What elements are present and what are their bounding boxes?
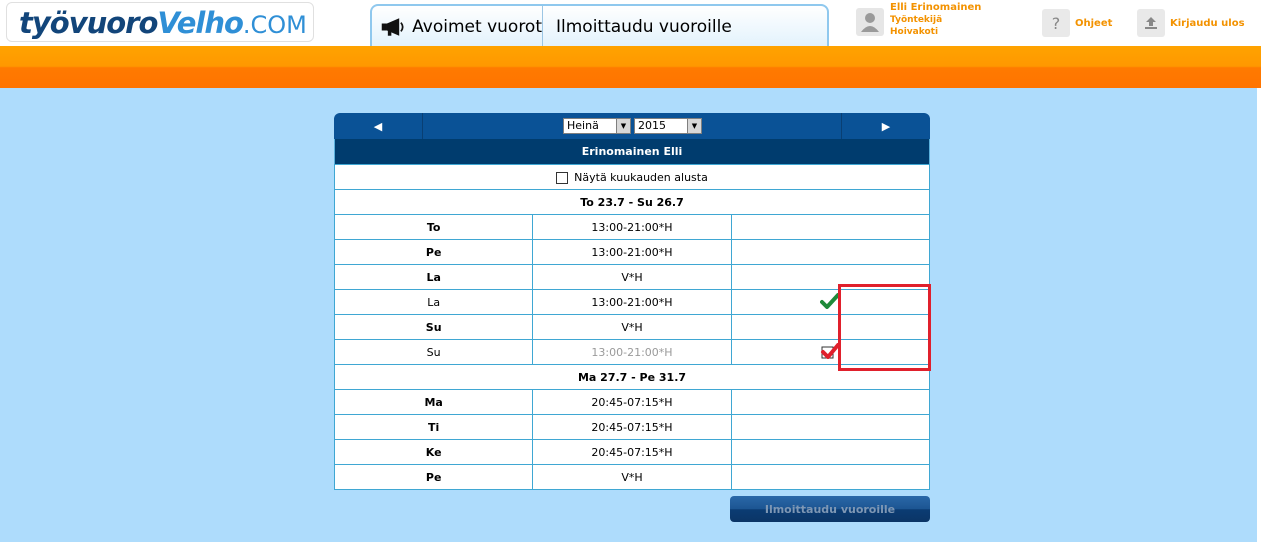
tab-label: Ilmoittaudu vuoroille bbox=[556, 16, 732, 37]
megaphone-icon bbox=[381, 17, 404, 36]
month-bar: ◀ Heinä ▼ 2015 ▼ ▶ bbox=[334, 113, 930, 139]
question-icon: ? bbox=[1042, 9, 1070, 37]
shift-cell: 13:00-21:00*H bbox=[532, 339, 732, 365]
shift-cell: 13:00-21:00*H bbox=[532, 239, 732, 265]
employee-name: Erinomainen Elli bbox=[334, 139, 930, 164]
show-from-start-checkbox[interactable] bbox=[556, 171, 569, 184]
shift-cell: V*H bbox=[532, 464, 732, 490]
prev-month-button[interactable]: ◀ bbox=[334, 113, 423, 139]
day-cell: Ke bbox=[333, 439, 534, 465]
day-cell: Su bbox=[333, 339, 534, 365]
chevron-down-icon: ▼ bbox=[687, 119, 701, 133]
orange-band bbox=[0, 46, 1261, 88]
next-month-button[interactable]: ▶ bbox=[841, 113, 930, 139]
shift-cell: 13:00-21:00*H bbox=[532, 289, 732, 315]
user-name: Elli Erinomainen bbox=[890, 2, 982, 13]
user-unit: Hoivakoti bbox=[890, 27, 939, 37]
mark-cell[interactable] bbox=[730, 214, 931, 240]
year-select[interactable]: 2015 ▼ bbox=[634, 118, 702, 134]
mark-cell[interactable] bbox=[730, 389, 931, 415]
month-value: Heinä bbox=[567, 119, 599, 132]
logo[interactable]: työvuoroVelho.COM bbox=[6, 2, 314, 42]
user-role: Työntekijä bbox=[890, 15, 943, 25]
show-from-start-row: Näytä kuukauden alusta bbox=[334, 164, 930, 190]
help-label: Ohjeet bbox=[1075, 17, 1113, 29]
logo-part-1: työvuoro bbox=[19, 6, 158, 40]
table-row[interactable]: Ke 20:45-07:15*H bbox=[333, 439, 931, 465]
main-nav: Avoimet vuorot Ilmoittaudu vuoroille bbox=[370, 4, 829, 47]
week-header-row: To 23.7 - Su 26.7 bbox=[334, 189, 930, 215]
shift-cell: 20:45-07:15*H bbox=[532, 414, 732, 440]
shift-cell: 20:45-07:15*H bbox=[532, 439, 732, 465]
table-row[interactable]: Pe 13:00-21:00*H bbox=[333, 239, 931, 265]
submit-button[interactable]: Ilmoittaudu vuoroille bbox=[730, 496, 930, 522]
logout-button[interactable]: Kirjaudu ulos bbox=[1137, 9, 1245, 37]
table-row[interactable]: Ma 20:45-07:15*H bbox=[333, 389, 931, 415]
shift-cell: V*H bbox=[532, 314, 732, 340]
day-cell: Ti bbox=[333, 414, 534, 440]
arrow-right-icon: ▶ bbox=[881, 119, 891, 133]
help-button[interactable]: ? Ohjeet bbox=[1042, 9, 1112, 37]
day-cell: Ma bbox=[333, 389, 534, 415]
mark-cell[interactable] bbox=[730, 239, 931, 265]
tab-ilmoittaudu-vuoroille[interactable]: Ilmoittaudu vuoroille bbox=[544, 6, 829, 47]
mark-cell[interactable] bbox=[730, 464, 931, 490]
day-cell: To bbox=[333, 214, 534, 240]
user-icon bbox=[861, 13, 879, 32]
day-cell: La bbox=[333, 289, 534, 315]
highlight-box bbox=[838, 284, 931, 371]
shift-cell: V*H bbox=[532, 264, 732, 290]
day-cell: Pe bbox=[333, 464, 534, 490]
day-cell: Su bbox=[333, 314, 534, 340]
upload-icon bbox=[1137, 9, 1165, 37]
month-select[interactable]: Heinä ▼ bbox=[563, 118, 631, 134]
tab-label: Avoimet vuorot bbox=[412, 16, 542, 37]
header: työvuoroVelho.COM Avoimet vuorot Ilmoitt… bbox=[0, 0, 1261, 47]
year-value: 2015 bbox=[638, 119, 666, 132]
arrow-left-icon: ◀ bbox=[373, 119, 383, 133]
chevron-down-icon: ▼ bbox=[616, 119, 630, 133]
logo-part-2: Velho bbox=[157, 6, 244, 40]
day-cell: La bbox=[333, 264, 534, 290]
user-info: Elli Erinomainen Työntekijä Hoivakoti bbox=[856, 2, 1026, 42]
table-row[interactable]: Pe V*H bbox=[333, 464, 931, 490]
day-cell: Pe bbox=[333, 239, 534, 265]
mark-cell[interactable] bbox=[730, 414, 931, 440]
show-from-start-label: Näytä kuukauden alusta bbox=[574, 170, 708, 184]
shift-cell: 20:45-07:15*H bbox=[532, 389, 732, 415]
mark-cell[interactable] bbox=[730, 439, 931, 465]
avatar bbox=[856, 8, 884, 36]
table-row[interactable]: To 13:00-21:00*H bbox=[333, 214, 931, 240]
shift-cell: 13:00-21:00*H bbox=[532, 214, 732, 240]
tab-avoimet-vuorot[interactable]: Avoimet vuorot bbox=[372, 6, 543, 47]
week-title: To 23.7 - Su 26.7 bbox=[334, 189, 930, 215]
logo-part-3: .COM bbox=[242, 11, 307, 39]
logout-label: Kirjaudu ulos bbox=[1170, 17, 1245, 29]
table-row[interactable]: Ti 20:45-07:15*H bbox=[333, 414, 931, 440]
